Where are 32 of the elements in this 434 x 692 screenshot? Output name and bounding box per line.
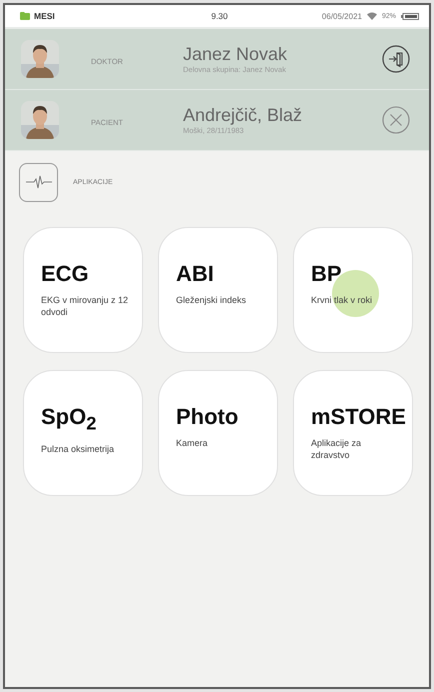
tile-title: BP	[311, 262, 343, 286]
tile-subtitle: Kamera	[176, 437, 209, 449]
user-name: Andrejčič, Blaž	[183, 105, 304, 125]
user-name: Janez Novak	[183, 44, 288, 64]
clock-time: 9.30	[211, 11, 228, 21]
app-tile[interactable]: SpO$_{2}$ Pulzna oksimetrija	[23, 370, 143, 496]
close-icon	[382, 106, 410, 134]
app-tile[interactable]: ABI Gleženjski indeks	[158, 227, 278, 353]
tile-subtitle: Krvni tlak v roki	[311, 294, 374, 306]
brand-label: MESI	[34, 11, 55, 21]
tile-title: Photo	[176, 405, 240, 429]
tile-title: ABI	[176, 262, 215, 286]
tile-subtitle: Gleženjski indeks	[176, 294, 248, 306]
tile-subtitle: EKG v mirovanju z 12 odvodi	[41, 294, 129, 318]
wifi-icon	[366, 12, 377, 20]
logout-button[interactable]	[382, 45, 410, 73]
logout-icon	[382, 45, 410, 73]
app-tile[interactable]: mSTORE Aplikacije za zdravstvo	[293, 370, 413, 496]
apps-button[interactable]	[19, 162, 58, 202]
app-tile[interactable]: BP Krvni tlak v roki	[293, 227, 413, 353]
status-date: 06/05/2021	[322, 12, 362, 20]
close-button[interactable]	[382, 106, 410, 134]
app-tile[interactable]: Photo Kamera	[158, 370, 278, 496]
tile-subtitle: Pulzna oksimetrija	[41, 443, 116, 456]
folder-icon	[20, 12, 30, 20]
tile-title: mSTORE	[311, 405, 407, 429]
tile-title: ECG	[41, 262, 90, 286]
tile-title: SpO$_{2}$	[41, 405, 98, 436]
heartbeat-icon	[26, 175, 52, 189]
app-tile[interactable]: ECG EKG v mirovanju z 12 odvodi	[23, 227, 143, 353]
tile-subtitle: Aplikacije za zdravstvo	[311, 437, 362, 461]
battery-icon	[400, 12, 419, 20]
